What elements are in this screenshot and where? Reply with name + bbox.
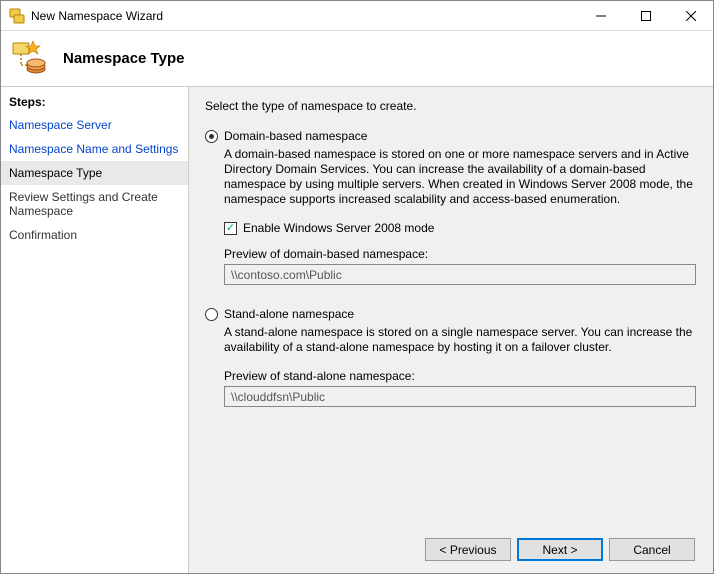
maximize-button[interactable] [623,1,668,30]
domain-preview-value: \\contoso.com\Public [224,264,696,285]
cancel-button[interactable]: Cancel [609,538,695,561]
header-strip: Namespace Type [1,31,713,87]
radio-standalone[interactable] [205,308,218,321]
steps-heading: Steps: [1,93,188,113]
standalone-preview-value: \\clouddfsn\Public [224,386,696,407]
domain-based-description: A domain-based namespace is stored on on… [224,147,695,207]
wizard-window: New Namespace Wizard Na [0,0,714,574]
standalone-preview-label: Preview of stand-alone namespace: [224,369,695,383]
radio-domain-based-label[interactable]: Domain-based namespace [224,129,367,143]
checkbox-2008-mode-label[interactable]: Enable Windows Server 2008 mode [243,221,434,235]
radio-standalone-label[interactable]: Stand-alone namespace [224,307,354,321]
steps-sidebar: Steps: Namespace Server Namespace Name a… [1,87,189,573]
page-title: Namespace Type [63,50,184,67]
step-namespace-server[interactable]: Namespace Server [1,113,188,137]
window-title: New Namespace Wizard [31,9,578,23]
instruction-text: Select the type of namespace to create. [205,99,695,113]
domain-preview-label: Preview of domain-based namespace: [224,247,695,261]
step-namespace-name-settings[interactable]: Namespace Name and Settings [1,137,188,161]
step-review-create: Review Settings and Create Namespace [1,185,188,223]
app-icon [9,8,25,24]
checkbox-2008-mode[interactable]: ✓ [224,222,237,235]
wizard-icon [11,39,51,79]
minimize-button[interactable] [578,1,623,30]
standalone-description: A stand-alone namespace is stored on a s… [224,325,695,355]
option-domain-based: Domain-based namespace A domain-based na… [205,129,695,285]
option-standalone: Stand-alone namespace A stand-alone name… [205,307,695,407]
main-panel: Select the type of namespace to create. … [189,87,713,573]
radio-domain-based[interactable] [205,130,218,143]
wizard-buttons: < Previous Next > Cancel [425,538,695,561]
step-confirmation: Confirmation [1,223,188,247]
titlebar: New Namespace Wizard [1,1,713,31]
close-button[interactable] [668,1,713,30]
step-namespace-type[interactable]: Namespace Type [1,161,188,185]
previous-button[interactable]: < Previous [425,538,511,561]
next-button[interactable]: Next > [517,538,603,561]
